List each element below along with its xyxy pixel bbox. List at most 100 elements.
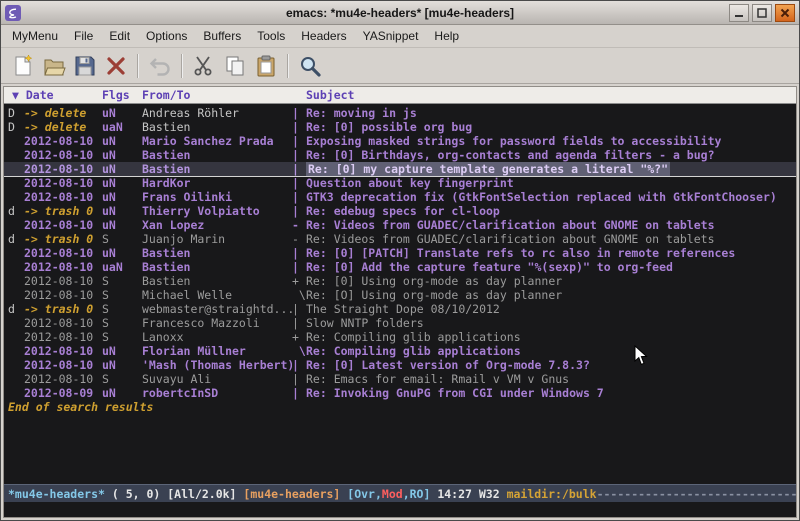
message-row[interactable]: 2012-08-10SMichael Welle \Re: [O] Using …	[4, 288, 796, 302]
scissors-icon	[192, 54, 216, 78]
column-flags[interactable]: Flgs	[102, 88, 142, 102]
message-date: -> delete	[24, 120, 102, 134]
toolbar-separator	[287, 54, 288, 78]
message-date: 2012-08-10	[24, 218, 102, 232]
message-row[interactable]: 2012-08-10uNFlorian Müllner \Re: Compili…	[4, 344, 796, 358]
message-subject: Re: [0] Latest version of Org-mode 7.8.3…	[306, 358, 796, 372]
thread-indicator: |	[292, 162, 306, 176]
message-subject: The Straight Dope 08/10/2012	[306, 302, 796, 316]
message-date: 2012-08-10	[24, 358, 102, 372]
message-row[interactable]: 2012-08-10SSuvayu Ali|Re: Emacs for emai…	[4, 372, 796, 386]
message-from: Michael Welle	[142, 288, 292, 302]
message-flags: uaN	[102, 120, 142, 134]
message-date: 2012-08-10	[24, 288, 102, 302]
mark-indicator: D	[8, 120, 24, 134]
message-row[interactable]: 2012-08-10uaNBastien|Re: [0] Add the cap…	[4, 260, 796, 274]
save-buffer-button[interactable]	[69, 51, 100, 81]
thread-indicator: \	[292, 288, 306, 302]
headers-column-header[interactable]: ▼ Date Flgs From/To Subject	[4, 87, 796, 104]
paste-button[interactable]	[250, 51, 281, 81]
minimize-icon	[734, 8, 744, 18]
toolbar-separator	[137, 54, 138, 78]
copy-button[interactable]	[219, 51, 250, 81]
maximize-button[interactable]	[752, 4, 772, 22]
column-subject[interactable]: Subject	[306, 88, 354, 102]
menu-item-options[interactable]: Options	[138, 26, 195, 46]
message-row[interactable]: 2012-08-10uN'Mash (Thomas Herbert)|Re: […	[4, 358, 796, 372]
search-button[interactable]	[294, 51, 325, 81]
emacs-window: emacs: *mu4e-headers* [mu4e-headers] MyM…	[0, 0, 800, 521]
message-row[interactable]: d-> trash 0Swebmaster@straightd...|The S…	[4, 302, 796, 316]
message-row[interactable]: 2012-08-10SFrancesco Mazzoli|Slow NNTP f…	[4, 316, 796, 330]
message-flags: uN	[102, 358, 142, 372]
message-row[interactable]: 2012-08-10uNMario Sanchez Prada|Exposing…	[4, 134, 796, 148]
mark-indicator: D	[8, 106, 24, 120]
modeline-segment: [mu4e-headers]	[243, 487, 340, 501]
message-date: -> trash 0	[24, 204, 102, 218]
copy-icon	[223, 54, 247, 78]
menu-item-help[interactable]: Help	[426, 26, 467, 46]
message-row[interactable]: d-> trash 0uNThierry Volpiatto|Re: edebu…	[4, 204, 796, 218]
open-file-button[interactable]	[38, 51, 69, 81]
message-from: Bastien	[142, 260, 292, 274]
column-from[interactable]: From/To	[142, 88, 292, 102]
message-flags: uN	[102, 162, 142, 176]
kill-buffer-button[interactable]	[100, 51, 131, 81]
open-folder-icon	[42, 54, 66, 78]
message-from: robertcInSD	[142, 386, 292, 400]
thread-indicator: |	[292, 134, 306, 148]
thread-indicator: |	[292, 372, 306, 386]
titlebar[interactable]: emacs: *mu4e-headers* [mu4e-headers]	[1, 1, 799, 25]
menu-item-tools[interactable]: Tools	[249, 26, 293, 46]
message-flags: S	[102, 372, 142, 386]
menu-item-headers[interactable]: Headers	[293, 26, 354, 46]
message-row[interactable]: 2012-08-10uNBastien|Re: [0] Birthdays, o…	[4, 148, 796, 162]
menu-item-yasnippet[interactable]: YASnippet	[355, 26, 427, 46]
message-from: Bastien	[142, 274, 292, 288]
message-row[interactable]: 2012-08-10uNHardKor|Question about key f…	[4, 176, 796, 190]
message-from: Suvayu Ali	[142, 372, 292, 386]
thread-indicator: |	[292, 106, 306, 120]
message-date: 2012-08-09	[24, 386, 102, 400]
toolbar-separator	[181, 54, 182, 78]
menu-item-file[interactable]: File	[66, 26, 101, 46]
message-subject: Re: Videos from GUADEC/clarification abo…	[306, 232, 796, 246]
undo-button[interactable]	[144, 51, 175, 81]
modeline-segment: ----------------------------------------…	[597, 487, 796, 501]
mark-indicator: d	[8, 232, 24, 246]
message-row[interactable]: 2012-08-09uNrobertcInSD|Re: Invoking Gnu…	[4, 386, 796, 400]
message-subject: Slow NNTP folders	[306, 316, 796, 330]
message-row[interactable]: 2012-08-10uNBastien|Re: [0] my capture t…	[4, 162, 796, 176]
message-date: 2012-08-10	[24, 134, 102, 148]
minimize-button[interactable]	[729, 4, 749, 22]
message-row[interactable]: D-> deleteuNAndreas Röhler|Re: moving in…	[4, 106, 796, 120]
modeline-segment: ( 5, 0) [All/2.0k]	[105, 487, 243, 501]
message-row[interactable]: D-> deleteuaNBastien|Re: [0] possible or…	[4, 120, 796, 134]
message-row[interactable]: 2012-08-10uNXan Lopez-Re: Videos from GU…	[4, 218, 796, 232]
menubar: MyMenuFileEditOptionsBuffersToolsHeaders…	[1, 25, 799, 48]
menu-item-buffers[interactable]: Buffers	[195, 26, 249, 46]
menu-item-edit[interactable]: Edit	[101, 26, 138, 46]
message-from: Bastien	[142, 120, 292, 134]
message-row[interactable]: 2012-08-10SLanoxx+Re: Compiling glib app…	[4, 330, 796, 344]
cut-button[interactable]	[188, 51, 219, 81]
message-row[interactable]: d-> trash 0SJuanjo Marin-Re: Videos from…	[4, 232, 796, 246]
thread-indicator: |	[292, 246, 306, 260]
message-subject: Re: [0] Add the capture feature "%(sexp)…	[306, 260, 796, 274]
menu-item-mymenu[interactable]: MyMenu	[4, 26, 66, 46]
thread-indicator: |	[292, 148, 306, 162]
message-row[interactable]: 2012-08-10uNBastien|Re: [0] [PATCH] Tran…	[4, 246, 796, 260]
message-flags: uN	[102, 246, 142, 260]
message-date: 2012-08-10	[24, 316, 102, 330]
message-row[interactable]: 2012-08-10uNFrans Oilinki|GTK3 deprecati…	[4, 190, 796, 204]
message-subject: Exposing masked strings for password fie…	[306, 134, 796, 148]
message-flags: uN	[102, 190, 142, 204]
message-row[interactable]: 2012-08-10SBastien+Re: [0] Using org-mod…	[4, 274, 796, 288]
echo-area[interactable]	[4, 502, 796, 517]
column-date[interactable]: ▼ Date	[12, 88, 102, 102]
close-button[interactable]	[775, 4, 795, 22]
new-file-button[interactable]	[7, 51, 38, 81]
message-from: Juanjo Marin	[142, 232, 292, 246]
message-flags: uN	[102, 106, 142, 120]
clipboard-icon	[254, 54, 278, 78]
